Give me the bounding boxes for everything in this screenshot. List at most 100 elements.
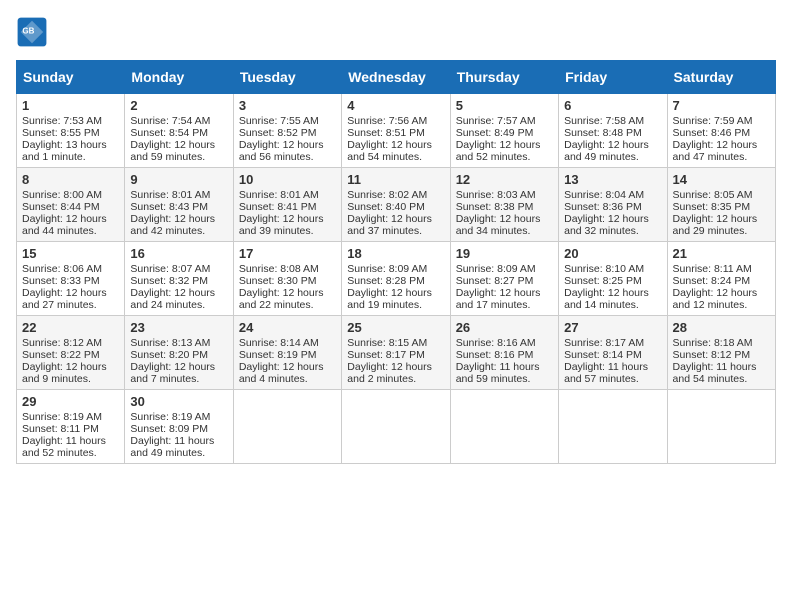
sunrise-text: Sunrise: 8:19 AM: [130, 411, 210, 423]
daylight-text: Daylight: 12 hours and 4 minutes.: [239, 361, 324, 385]
day-number: 9: [130, 172, 227, 187]
weekday-header: Monday: [125, 61, 233, 94]
sunset-text: Sunset: 8:46 PM: [673, 127, 751, 139]
day-number: 2: [130, 98, 227, 113]
page-header: GB: [16, 16, 776, 48]
sunrise-text: Sunrise: 8:11 AM: [673, 263, 752, 275]
day-number: 16: [130, 246, 227, 261]
calendar-cell: 11 Sunrise: 8:02 AM Sunset: 8:40 PM Dayl…: [342, 168, 450, 242]
day-number: 15: [22, 246, 119, 261]
calendar-cell: [450, 390, 558, 464]
sunset-text: Sunset: 8:16 PM: [456, 349, 534, 361]
sunset-text: Sunset: 8:35 PM: [673, 201, 751, 213]
calendar-table: SundayMondayTuesdayWednesdayThursdayFrid…: [16, 60, 776, 464]
daylight-text: Daylight: 12 hours and 19 minutes.: [347, 287, 432, 311]
sunset-text: Sunset: 8:41 PM: [239, 201, 317, 213]
calendar-cell: 3 Sunrise: 7:55 AM Sunset: 8:52 PM Dayli…: [233, 94, 341, 168]
sunset-text: Sunset: 8:51 PM: [347, 127, 425, 139]
day-number: 1: [22, 98, 119, 113]
daylight-text: Daylight: 12 hours and 54 minutes.: [347, 139, 432, 163]
calendar-week-row: 29 Sunrise: 8:19 AM Sunset: 8:11 PM Dayl…: [17, 390, 776, 464]
calendar-cell: 7 Sunrise: 7:59 AM Sunset: 8:46 PM Dayli…: [667, 94, 775, 168]
daylight-text: Daylight: 12 hours and 34 minutes.: [456, 213, 541, 237]
daylight-text: Daylight: 12 hours and 14 minutes.: [564, 287, 649, 311]
sunset-text: Sunset: 8:36 PM: [564, 201, 642, 213]
calendar-cell: 19 Sunrise: 8:09 AM Sunset: 8:27 PM Dayl…: [450, 242, 558, 316]
day-number: 25: [347, 320, 444, 335]
sunset-text: Sunset: 8:28 PM: [347, 275, 425, 287]
day-number: 29: [22, 394, 119, 409]
sunrise-text: Sunrise: 8:02 AM: [347, 189, 427, 201]
daylight-text: Daylight: 12 hours and 2 minutes.: [347, 361, 432, 385]
daylight-text: Daylight: 12 hours and 39 minutes.: [239, 213, 324, 237]
sunrise-text: Sunrise: 8:16 AM: [456, 337, 536, 349]
day-number: 3: [239, 98, 336, 113]
calendar-cell: 30 Sunrise: 8:19 AM Sunset: 8:09 PM Dayl…: [125, 390, 233, 464]
calendar-week-row: 8 Sunrise: 8:00 AM Sunset: 8:44 PM Dayli…: [17, 168, 776, 242]
logo-icon: GB: [16, 16, 48, 48]
sunrise-text: Sunrise: 8:07 AM: [130, 263, 210, 275]
calendar-cell: 5 Sunrise: 7:57 AM Sunset: 8:49 PM Dayli…: [450, 94, 558, 168]
sunset-text: Sunset: 8:38 PM: [456, 201, 534, 213]
sunrise-text: Sunrise: 8:15 AM: [347, 337, 427, 349]
day-number: 11: [347, 172, 444, 187]
day-number: 13: [564, 172, 661, 187]
day-number: 12: [456, 172, 553, 187]
sunset-text: Sunset: 8:19 PM: [239, 349, 317, 361]
daylight-text: Daylight: 12 hours and 47 minutes.: [673, 139, 758, 163]
day-number: 27: [564, 320, 661, 335]
sunset-text: Sunset: 8:27 PM: [456, 275, 534, 287]
sunrise-text: Sunrise: 8:06 AM: [22, 263, 102, 275]
day-number: 10: [239, 172, 336, 187]
day-number: 7: [673, 98, 770, 113]
calendar-week-row: 1 Sunrise: 7:53 AM Sunset: 8:55 PM Dayli…: [17, 94, 776, 168]
sunset-text: Sunset: 8:40 PM: [347, 201, 425, 213]
daylight-text: Daylight: 12 hours and 52 minutes.: [456, 139, 541, 163]
sunset-text: Sunset: 8:52 PM: [239, 127, 317, 139]
day-number: 21: [673, 246, 770, 261]
weekday-header: Friday: [559, 61, 667, 94]
daylight-text: Daylight: 11 hours and 54 minutes.: [673, 361, 757, 385]
calendar-cell: 24 Sunrise: 8:14 AM Sunset: 8:19 PM Dayl…: [233, 316, 341, 390]
daylight-text: Daylight: 12 hours and 29 minutes.: [673, 213, 758, 237]
sunrise-text: Sunrise: 7:53 AM: [22, 115, 102, 127]
svg-text:GB: GB: [22, 27, 34, 36]
sunrise-text: Sunrise: 8:08 AM: [239, 263, 319, 275]
sunrise-text: Sunrise: 8:05 AM: [673, 189, 753, 201]
daylight-text: Daylight: 11 hours and 49 minutes.: [130, 435, 214, 459]
daylight-text: Daylight: 12 hours and 59 minutes.: [130, 139, 215, 163]
calendar-cell: 21 Sunrise: 8:11 AM Sunset: 8:24 PM Dayl…: [667, 242, 775, 316]
calendar-cell: 4 Sunrise: 7:56 AM Sunset: 8:51 PM Dayli…: [342, 94, 450, 168]
sunset-text: Sunset: 8:30 PM: [239, 275, 317, 287]
daylight-text: Daylight: 12 hours and 49 minutes.: [564, 139, 649, 163]
calendar-cell: 18 Sunrise: 8:09 AM Sunset: 8:28 PM Dayl…: [342, 242, 450, 316]
calendar-cell: 22 Sunrise: 8:12 AM Sunset: 8:22 PM Dayl…: [17, 316, 125, 390]
calendar-cell: [233, 390, 341, 464]
calendar-cell: 25 Sunrise: 8:15 AM Sunset: 8:17 PM Dayl…: [342, 316, 450, 390]
daylight-text: Daylight: 12 hours and 42 minutes.: [130, 213, 215, 237]
calendar-cell: 17 Sunrise: 8:08 AM Sunset: 8:30 PM Dayl…: [233, 242, 341, 316]
daylight-text: Daylight: 12 hours and 56 minutes.: [239, 139, 324, 163]
sunrise-text: Sunrise: 8:19 AM: [22, 411, 102, 423]
day-number: 30: [130, 394, 227, 409]
day-number: 18: [347, 246, 444, 261]
sunrise-text: Sunrise: 8:10 AM: [564, 263, 644, 275]
day-number: 6: [564, 98, 661, 113]
day-number: 4: [347, 98, 444, 113]
sunrise-text: Sunrise: 7:55 AM: [239, 115, 319, 127]
weekday-header: Wednesday: [342, 61, 450, 94]
calendar-cell: 29 Sunrise: 8:19 AM Sunset: 8:11 PM Dayl…: [17, 390, 125, 464]
logo: GB: [16, 16, 52, 48]
calendar-cell: 10 Sunrise: 8:01 AM Sunset: 8:41 PM Dayl…: [233, 168, 341, 242]
sunset-text: Sunset: 8:33 PM: [22, 275, 100, 287]
calendar-cell: [559, 390, 667, 464]
day-number: 22: [22, 320, 119, 335]
sunrise-text: Sunrise: 8:09 AM: [456, 263, 536, 275]
day-number: 17: [239, 246, 336, 261]
calendar-cell: 23 Sunrise: 8:13 AM Sunset: 8:20 PM Dayl…: [125, 316, 233, 390]
sunrise-text: Sunrise: 7:54 AM: [130, 115, 210, 127]
calendar-cell: 12 Sunrise: 8:03 AM Sunset: 8:38 PM Dayl…: [450, 168, 558, 242]
daylight-text: Daylight: 11 hours and 57 minutes.: [564, 361, 648, 385]
sunset-text: Sunset: 8:54 PM: [130, 127, 208, 139]
sunrise-text: Sunrise: 8:13 AM: [130, 337, 210, 349]
